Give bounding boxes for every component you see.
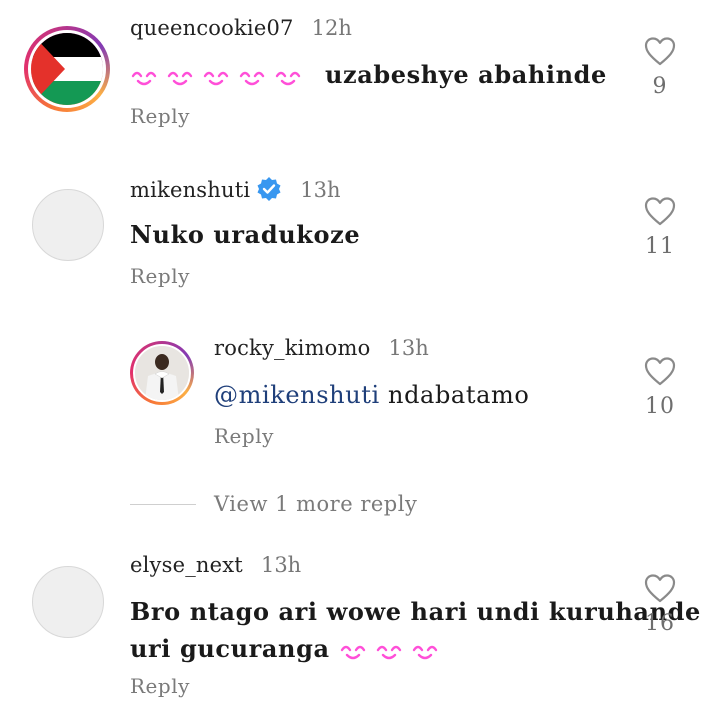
like-count: 16 xyxy=(645,611,675,636)
divider xyxy=(130,503,196,505)
avatar[interactable] xyxy=(130,341,194,405)
comment-text: Bro ntago ari wowe hari undi kuruhande u… xyxy=(130,593,701,667)
view-more-replies[interactable]: View 1 more reply xyxy=(130,492,417,516)
like-count: 10 xyxy=(645,394,675,419)
like-control[interactable]: 9 xyxy=(630,36,690,99)
mention-link[interactable]: @mikenshuti xyxy=(214,381,380,409)
comment-timestamp: 13h xyxy=(388,336,429,360)
comment-timestamp: 12h xyxy=(311,16,352,40)
avatar[interactable] xyxy=(32,189,104,261)
like-count: 11 xyxy=(645,234,675,259)
emoji-group xyxy=(340,645,437,659)
comment-body: ndabatamo xyxy=(379,381,530,409)
comment-body-line-1: Bro ntago ari wowe hari undi kuruhande xyxy=(130,597,701,626)
palestine-flag-avatar-image xyxy=(28,30,106,108)
reply-button[interactable]: Reply xyxy=(214,424,274,448)
reply-button[interactable]: Reply xyxy=(130,264,190,288)
like-count: 9 xyxy=(652,74,668,99)
comment-body-line-2-text: uri gucuranga xyxy=(130,634,330,663)
comment-text: Nuko uradukoze xyxy=(130,220,361,249)
comment-text: uzabeshye abahinde xyxy=(130,56,607,93)
person-avatar-image xyxy=(133,344,191,402)
heart-icon[interactable] xyxy=(644,356,676,386)
heart-icon[interactable] xyxy=(644,573,676,603)
avatar[interactable] xyxy=(24,26,110,112)
comment-timestamp: 13h xyxy=(300,178,341,202)
like-control[interactable]: 11 xyxy=(630,196,690,259)
reply-button[interactable]: Reply xyxy=(130,104,190,128)
comment-body: uzabeshye abahinde xyxy=(324,60,607,89)
like-control[interactable]: 10 xyxy=(630,356,690,419)
heart-icon[interactable] xyxy=(644,36,676,66)
comment-username[interactable]: queencookie07 xyxy=(130,16,294,40)
like-control[interactable]: 16 xyxy=(630,573,690,636)
comment-username[interactable]: rocky_kimomo xyxy=(214,336,371,360)
emoji-group xyxy=(130,60,317,89)
comment-username[interactable]: elyse_next xyxy=(130,553,243,577)
reply-button[interactable]: Reply xyxy=(130,674,190,698)
comment-body-line-2: uri gucuranga xyxy=(130,630,701,667)
heart-icon[interactable] xyxy=(644,196,676,226)
comment-username-text: mikenshuti xyxy=(130,178,251,202)
view-more-label[interactable]: View 1 more reply xyxy=(214,492,417,516)
comment-text: @mikenshuti ndabatamo xyxy=(214,376,529,414)
avatar[interactable] xyxy=(32,566,104,638)
comment-username[interactable]: mikenshuti xyxy=(130,176,282,202)
verified-badge-icon xyxy=(257,177,281,201)
comment-timestamp: 13h xyxy=(260,553,302,577)
